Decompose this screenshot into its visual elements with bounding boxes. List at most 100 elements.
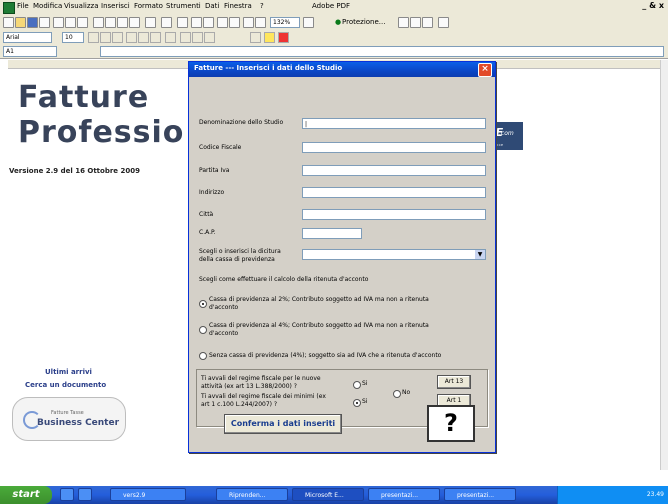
denominazione-input[interactable]: | xyxy=(302,118,486,129)
radio-q2-si[interactable] xyxy=(353,399,361,407)
help-button[interactable]: ? xyxy=(427,405,475,442)
bold-icon[interactable] xyxy=(88,32,99,43)
font-size-select[interactable]: 10 xyxy=(62,32,84,43)
redo-icon[interactable] xyxy=(161,17,172,28)
art13-button[interactable]: Art 13 xyxy=(437,375,471,389)
drawing-icon[interactable] xyxy=(255,17,266,28)
paste-icon[interactable] xyxy=(117,17,128,28)
menu-formato[interactable]: Formato xyxy=(134,2,163,10)
tool3-icon[interactable] xyxy=(422,17,433,28)
font-color-icon[interactable] xyxy=(278,32,289,43)
sheet-title-line2: Professio xyxy=(18,115,185,150)
copy-icon[interactable] xyxy=(105,17,116,28)
business-center-top: Fatture Tasse xyxy=(51,410,84,416)
quicklaunch-ie-icon[interactable] xyxy=(60,488,74,501)
menu-file[interactable]: File xyxy=(17,2,29,10)
help-icon[interactable] xyxy=(303,17,314,28)
link-cerca-documento[interactable]: Cerca un documento xyxy=(25,381,106,389)
menu-inserisci[interactable]: Inserisci xyxy=(101,2,130,10)
menu-modifica[interactable]: Modifica xyxy=(33,2,62,10)
task-presentazi-1[interactable]: presentazi... xyxy=(368,488,440,501)
business-center-logo[interactable]: Fatture Tasse Business Center xyxy=(12,397,126,441)
cassa-previdenza-select[interactable]: ▼ xyxy=(302,249,486,260)
radio-no[interactable] xyxy=(393,390,401,398)
link-ultimi-arrivi[interactable]: Ultimi arrivi xyxy=(45,368,92,376)
citta-input[interactable] xyxy=(302,209,486,220)
cap-input[interactable] xyxy=(302,228,362,239)
label-cassa-line2: della cassa di previdenza xyxy=(199,256,275,263)
label-citta: Città xyxy=(199,211,214,218)
undo-icon[interactable] xyxy=(145,17,156,28)
currency-icon[interactable] xyxy=(180,32,191,43)
align-right-icon[interactable] xyxy=(150,32,161,43)
indirizzo-input[interactable] xyxy=(302,187,486,198)
menu-finestra[interactable]: Finestra xyxy=(224,2,252,10)
partita-iva-input[interactable] xyxy=(302,165,486,176)
tool2-icon[interactable] xyxy=(410,17,421,28)
regime-q1-line2: attività (ex art 13 L.388/2000) ? xyxy=(201,383,297,390)
tool1-icon[interactable] xyxy=(398,17,409,28)
new-icon[interactable] xyxy=(3,17,14,28)
merge-icon[interactable] xyxy=(165,32,176,43)
underline-icon[interactable] xyxy=(112,32,123,43)
fill-color-icon[interactable] xyxy=(264,32,275,43)
radio-cassa-4[interactable] xyxy=(199,326,207,334)
sort-desc-icon[interactable] xyxy=(229,17,240,28)
hyperlink-icon[interactable] xyxy=(177,17,188,28)
label-denominazione: Denominazione dello Studio xyxy=(199,119,284,126)
start-button[interactable]: start xyxy=(0,486,52,504)
option-cassa-4-line2: d'acconto xyxy=(209,330,239,337)
preview-icon[interactable] xyxy=(65,17,76,28)
menu-adobe-pdf[interactable]: Adobe PDF xyxy=(312,2,350,10)
borders-icon[interactable] xyxy=(250,32,261,43)
menu-help[interactable]: ? xyxy=(260,2,264,10)
task-microsoft-excel[interactable]: Microsoft E... xyxy=(292,488,364,501)
close-icon[interactable]: × xyxy=(478,63,492,77)
spelling-icon[interactable] xyxy=(77,17,88,28)
task-vers29[interactable]: vers2.9 xyxy=(110,488,186,501)
protection-button[interactable]: Protezione... xyxy=(342,18,385,26)
formula-input[interactable] xyxy=(100,46,664,57)
label-codice-fiscale: Codice Fiscale xyxy=(199,144,242,151)
save-icon[interactable] xyxy=(27,17,38,28)
tool4-icon[interactable] xyxy=(438,17,449,28)
window-controls[interactable]: _ & x xyxy=(642,1,664,10)
codice-fiscale-input[interactable] xyxy=(302,142,486,153)
print-icon[interactable] xyxy=(53,17,64,28)
vertical-scrollbar[interactable] xyxy=(660,60,668,470)
align-center-icon[interactable] xyxy=(138,32,149,43)
option-cassa-4-line1: Cassa di previdenza al 4%; Contributo so… xyxy=(209,322,429,329)
label-no: No xyxy=(402,389,411,396)
menu-visualizza[interactable]: Visualizza xyxy=(64,2,98,10)
menu-strumenti[interactable]: Strumenti xyxy=(166,2,201,10)
name-box[interactable]: A1 xyxy=(3,46,57,57)
menu-dati[interactable]: Dati xyxy=(205,2,219,10)
font-select[interactable]: Arial xyxy=(3,32,52,43)
dialog-titlebar[interactable]: Fatture --- Inserisci i dati dello Studi… xyxy=(189,62,495,77)
permission-icon[interactable] xyxy=(39,17,50,28)
radio-q1-si[interactable] xyxy=(353,381,361,389)
label-q2-si: Si xyxy=(362,398,368,405)
quicklaunch-desktop-icon[interactable] xyxy=(78,488,92,501)
task-riprenden[interactable]: Riprenden... xyxy=(216,488,288,501)
zoom-select[interactable]: 132% xyxy=(270,17,300,28)
radio-cassa-2[interactable] xyxy=(199,300,207,308)
chart-icon[interactable] xyxy=(243,17,254,28)
open-icon[interactable] xyxy=(15,17,26,28)
autosum-icon[interactable] xyxy=(191,17,202,28)
chevron-down-icon[interactable]: ▼ xyxy=(475,250,485,259)
function-icon[interactable] xyxy=(203,17,214,28)
cut-icon[interactable] xyxy=(93,17,104,28)
align-left-icon[interactable] xyxy=(126,32,137,43)
task-presentazi-2[interactable]: presentazi... xyxy=(444,488,516,501)
label-indirizzo: Indirizzo xyxy=(199,189,225,196)
percent-icon[interactable] xyxy=(204,32,215,43)
euro-icon[interactable] xyxy=(192,32,203,43)
regime-q2-line1: Ti avvali del regime fiscale dei minimi … xyxy=(201,393,326,400)
format-painter-icon[interactable] xyxy=(129,17,140,28)
radio-senza-cassa[interactable] xyxy=(199,352,207,360)
confirm-button[interactable]: Conferma i dati inseriti xyxy=(224,414,342,434)
italic-icon[interactable] xyxy=(100,32,111,43)
sort-asc-icon[interactable] xyxy=(217,17,228,28)
menu-bar: File Modifica Visualizza Inserisci Forma… xyxy=(0,0,668,16)
